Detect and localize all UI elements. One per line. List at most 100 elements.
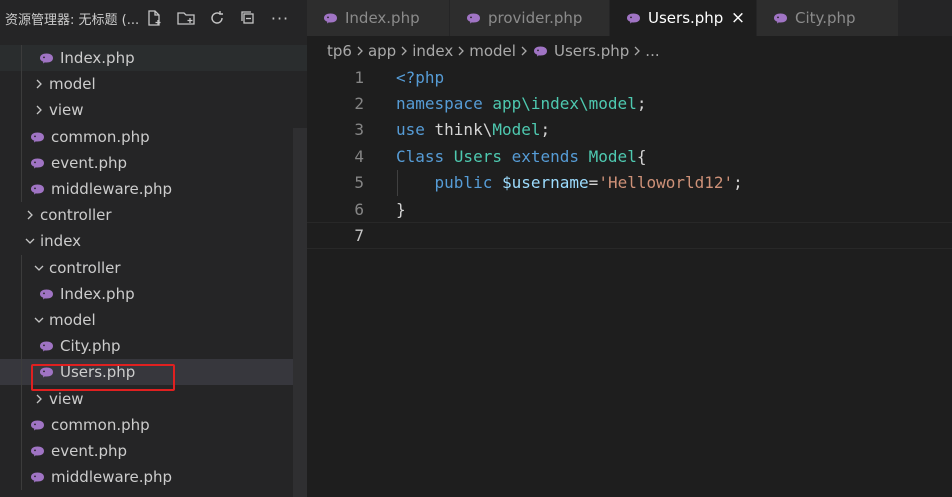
- indent-guide: [21, 97, 22, 124]
- breadcrumb-more[interactable]: ...: [645, 42, 659, 60]
- indent-guide: [21, 306, 22, 334]
- indent-guide: [21, 123, 22, 150]
- file-tree: Index.php model view common.php event.php mid…: [0, 45, 307, 491]
- tree-file-city-php[interactable]: City.php: [0, 333, 307, 360]
- code-token: think: [434, 120, 483, 140]
- tree-item-label: common.php: [51, 415, 150, 434]
- code-token: namespace: [396, 94, 493, 114]
- php-elephant-icon: [37, 339, 55, 353]
- breadcrumb-item[interactable]: index: [412, 42, 453, 60]
- php-elephant-icon: [321, 11, 339, 25]
- php-elephant-icon: [771, 11, 789, 25]
- tab-index-php[interactable]: Index.php: [307, 0, 450, 36]
- tree-file-middleware-php[interactable]: middleware.php: [0, 175, 307, 203]
- breadcrumb-file[interactable]: Users.php: [554, 42, 629, 60]
- php-elephant-icon: [28, 444, 46, 458]
- code-token: }: [396, 199, 406, 219]
- tree-file-common-php[interactable]: common.php: [0, 411, 307, 438]
- tree-folder-controller[interactable]: controller: [0, 254, 307, 281]
- new-file-icon[interactable]: [143, 7, 165, 29]
- php-elephant-icon: [37, 287, 55, 301]
- breadcrumb: tp6 app index model Users.php...: [307, 36, 952, 66]
- tree-item-label: middleware.php: [51, 180, 173, 199]
- code-token: app\index\model: [492, 94, 637, 114]
- tree-item-label: City.php: [60, 337, 121, 356]
- php-elephant-icon: [28, 418, 46, 432]
- tree-file-common-php[interactable]: common.php: [0, 123, 307, 150]
- breadcrumb-item[interactable]: app: [368, 42, 396, 60]
- tree-item-label: view: [49, 101, 84, 120]
- indent-guide: [21, 411, 22, 438]
- code-token: ;: [733, 173, 743, 193]
- tree-file-middleware-php[interactable]: middleware.php: [0, 464, 307, 491]
- tab-city-php[interactable]: City.php: [757, 0, 899, 36]
- tree-folder-model[interactable]: model: [0, 71, 307, 98]
- code-text: Class Users extends Model{: [396, 147, 646, 166]
- chevron-down-icon: [22, 233, 38, 249]
- breadcrumb-item[interactable]: model: [469, 42, 516, 60]
- code-token: use: [396, 120, 435, 140]
- line-number: 5: [354, 173, 364, 193]
- code-line[interactable]: 1 <?php: [307, 64, 952, 90]
- code-text: <?php: [396, 68, 444, 87]
- indent-guide: [21, 280, 22, 307]
- code-text: public $username='Helloworld12';: [396, 173, 743, 192]
- tab-label: provider.php: [488, 9, 583, 27]
- code-token: extends: [511, 146, 589, 166]
- tree-item-label: index: [40, 232, 82, 251]
- explorer-title: 资源管理器: 无标题 (...: [5, 12, 140, 28]
- indent-guide: [21, 254, 22, 281]
- code-line[interactable]: 6}: [307, 196, 952, 222]
- php-elephant-icon: [464, 11, 482, 25]
- chevron-down-icon: [31, 260, 47, 276]
- tree-file-index-php[interactable]: Index.php: [0, 45, 307, 72]
- tab-label: Index.php: [345, 9, 420, 27]
- tree-folder-controller[interactable]: controller: [0, 202, 307, 228]
- code-line[interactable]: 4 Class Users extends Model{: [307, 143, 952, 169]
- chevron-right-icon: [356, 45, 364, 57]
- indent-guide: [21, 175, 22, 203]
- php-elephant-icon: [28, 182, 46, 196]
- chevron-right-icon: [633, 45, 641, 57]
- line-number: 2: [354, 94, 364, 114]
- code-line[interactable]: 3 use think\Model;: [307, 117, 952, 143]
- line-number: 7: [354, 226, 364, 246]
- tree-item-label: controller: [49, 258, 121, 277]
- refresh-icon[interactable]: [206, 7, 228, 29]
- tree-folder-model[interactable]: model: [0, 306, 307, 334]
- code-editor[interactable]: 1 <?php 2 namespace app\index\model; 3 use th…: [307, 64, 952, 497]
- tree-folder-view[interactable]: view: [0, 97, 307, 124]
- sidebar-scrollbar[interactable]: [293, 128, 307, 497]
- tree-file-event-php[interactable]: event.php: [0, 149, 307, 176]
- line-number: 3: [354, 120, 364, 140]
- tree-item-label: common.php: [51, 127, 150, 146]
- chevron-right-icon: [31, 391, 47, 407]
- close-icon[interactable]: ×: [730, 8, 746, 28]
- tree-item-label: middleware.php: [51, 468, 173, 487]
- code-token: \: [482, 120, 493, 140]
- indent-guide: [21, 71, 22, 98]
- code-token: <?php: [396, 67, 445, 87]
- tree-folder-index[interactable]: index: [0, 228, 307, 254]
- collapse-all-icon[interactable]: [237, 7, 259, 29]
- code-token: public: [396, 173, 502, 193]
- tab-label: Users.php: [648, 9, 724, 27]
- tree-file-index-php[interactable]: Index.php: [0, 280, 307, 307]
- tree-item-label: model: [49, 310, 96, 329]
- code-line[interactable]: 7: [307, 222, 952, 249]
- tree-item-label: view: [49, 389, 84, 408]
- more-actions-icon[interactable]: ···: [269, 7, 291, 29]
- tab-provider-php[interactable]: provider.php: [450, 0, 610, 36]
- code-line[interactable]: 5 public $username='Helloworld12';: [307, 170, 952, 196]
- chevron-right-icon: [22, 207, 38, 223]
- breadcrumb-item[interactable]: tp6: [327, 42, 352, 60]
- php-elephant-icon: [28, 130, 46, 144]
- tree-file-event-php[interactable]: event.php: [0, 437, 307, 464]
- chevron-right-icon: [400, 45, 408, 57]
- code-token: Model: [588, 146, 637, 166]
- tab-users-php[interactable]: Users.php ×: [610, 0, 757, 36]
- new-folder-icon[interactable]: [175, 7, 197, 29]
- code-line[interactable]: 2 namespace app\index\model;: [307, 90, 952, 116]
- chevron-right-icon: [31, 102, 47, 118]
- tree-item-label: model: [49, 75, 96, 94]
